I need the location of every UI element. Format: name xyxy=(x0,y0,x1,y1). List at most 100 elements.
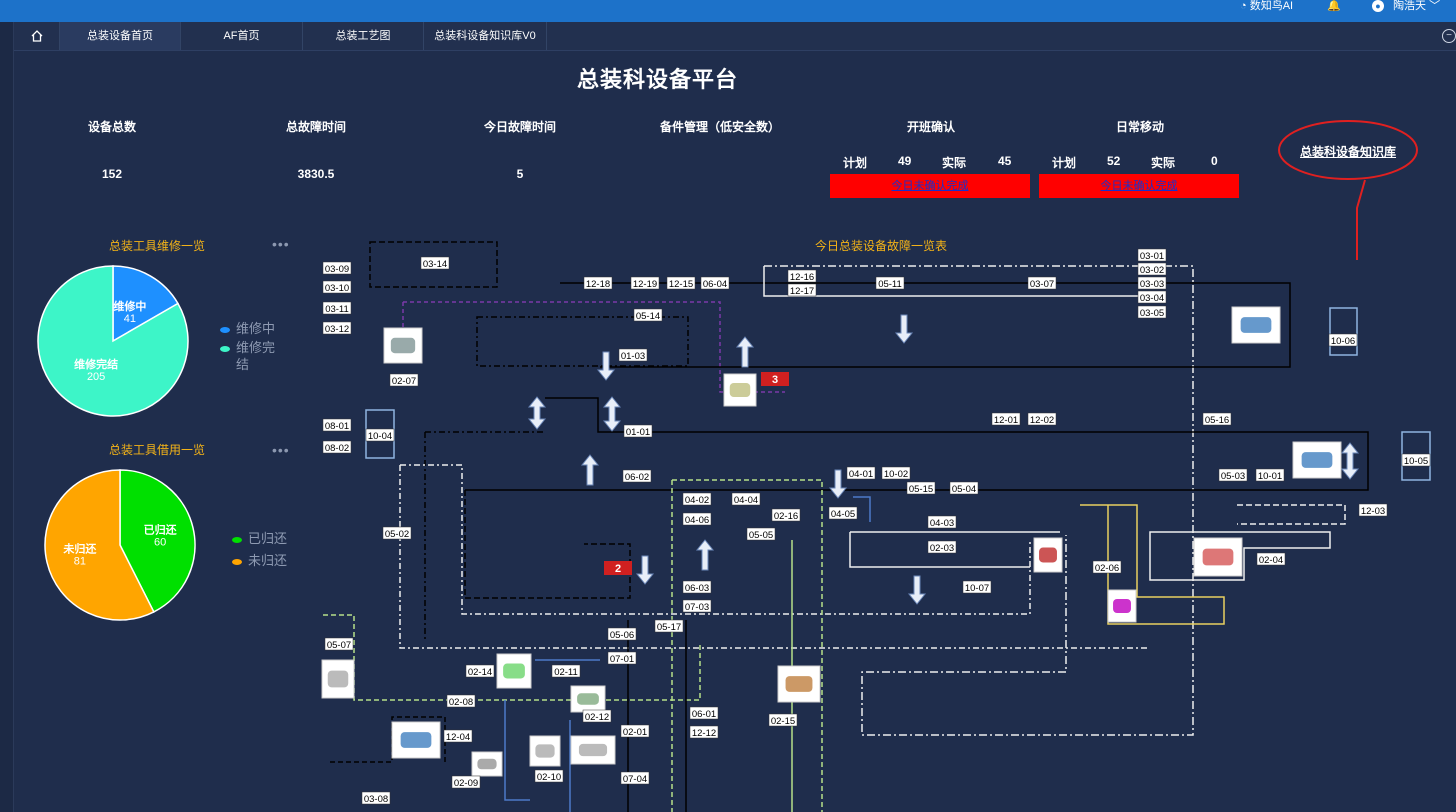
tab-af-home[interactable]: AF首页 xyxy=(181,22,303,50)
station-label[interactable]: 03-03 xyxy=(1140,279,1164,290)
repair-more-icon[interactable]: ••• xyxy=(272,236,290,252)
station-label[interactable]: 02-14 xyxy=(468,667,492,678)
station-label[interactable]: 05-03 xyxy=(1221,471,1245,482)
ai-assistant-link[interactable]: ◔ 数知鸟AI xyxy=(1240,0,1293,12)
flow-arrow-icon xyxy=(828,469,848,499)
station-label[interactable]: 02-12 xyxy=(585,712,609,723)
station-label[interactable]: 10-06 xyxy=(1331,336,1355,347)
flow-arrow-icon xyxy=(907,575,927,605)
station-label[interactable]: 03-08 xyxy=(364,794,388,805)
tab-assembly-home[interactable]: 总装设备首页 xyxy=(60,22,181,50)
station-label[interactable]: 02-15 xyxy=(771,716,795,727)
station-label[interactable]: 02-10 xyxy=(537,772,561,783)
daily-move-button[interactable]: 今日未确认完成 xyxy=(1039,174,1239,198)
station-label[interactable]: 05-17 xyxy=(657,622,681,633)
station-label[interactable]: 02-09 xyxy=(454,778,478,789)
station-label[interactable]: 05-11 xyxy=(878,279,902,290)
station-label[interactable]: 03-12 xyxy=(325,324,349,335)
alarm-count[interactable]: 2 xyxy=(615,563,621,575)
alarm-count[interactable]: 3 xyxy=(772,374,778,386)
station-label[interactable]: 02-06 xyxy=(1095,563,1119,574)
station-label[interactable]: 06-01 xyxy=(692,709,716,720)
station-label[interactable]: 04-06 xyxy=(685,515,709,526)
legend-dot xyxy=(232,558,242,565)
station-label[interactable]: 01-01 xyxy=(626,427,650,438)
station-label[interactable]: 06-03 xyxy=(685,583,709,594)
station-label[interactable]: 03-10 xyxy=(325,283,349,294)
station-label[interactable]: 03-02 xyxy=(1140,265,1164,276)
station-label[interactable]: 12-01 xyxy=(994,415,1018,426)
user-menu[interactable]: ● 陶浩天 ﹀ xyxy=(1372,0,1440,12)
tab-process-map[interactable]: 总装工艺图 xyxy=(303,22,424,50)
station-label[interactable]: 12-04 xyxy=(446,732,470,743)
station-label[interactable]: 10-02 xyxy=(884,469,908,480)
station-label[interactable]: 04-02 xyxy=(685,495,709,506)
station-label[interactable]: 05-16 xyxy=(1205,415,1229,426)
station-label[interactable]: 05-06 xyxy=(610,630,634,641)
station-label[interactable]: 03-04 xyxy=(1140,293,1164,304)
home-icon[interactable] xyxy=(14,22,60,50)
station-label[interactable]: 05-04 xyxy=(952,484,976,495)
station-label[interactable]: 02-08 xyxy=(449,697,473,708)
collapse-icon[interactable]: − xyxy=(1442,29,1456,43)
station-label[interactable]: 02-01 xyxy=(623,727,647,738)
station-label[interactable]: 03-11 xyxy=(325,304,349,315)
station-label[interactable]: 03-01 xyxy=(1140,251,1164,262)
station-label[interactable]: 10-04 xyxy=(368,431,392,442)
station-label[interactable]: 12-18 xyxy=(586,279,610,290)
station-label[interactable]: 04-01 xyxy=(849,469,873,480)
station-label[interactable]: 06-04 xyxy=(703,279,727,290)
station-label[interactable]: 08-02 xyxy=(325,443,349,454)
station-label[interactable]: 12-03 xyxy=(1361,506,1385,517)
station-label[interactable]: 02-11 xyxy=(554,667,578,678)
station-label[interactable]: 08-01 xyxy=(325,421,349,432)
station-label[interactable]: 02-07 xyxy=(392,376,416,387)
equipment-image-icon xyxy=(503,663,525,679)
spare-parts-label[interactable]: 备件管理（低安全数） xyxy=(645,118,795,135)
pie-slice-value: 41 xyxy=(124,313,136,325)
station-label[interactable]: 04-04 xyxy=(734,495,758,506)
legend-not-returned[interactable]: 未归还 xyxy=(232,550,287,569)
station-label[interactable]: 12-19 xyxy=(633,279,657,290)
station-label[interactable]: 10-05 xyxy=(1404,456,1428,467)
legend-repair-done[interactable]: 维修完结 xyxy=(220,339,290,373)
station-label[interactable]: 04-03 xyxy=(930,518,954,529)
station-label[interactable]: 12-12 xyxy=(692,728,716,739)
station-label[interactable]: 07-03 xyxy=(685,602,709,613)
station-label[interactable]: 05-07 xyxy=(327,640,351,651)
repair-pie-chart: 维修中41 维修完结205 xyxy=(37,265,189,417)
station-label[interactable]: 02-03 xyxy=(930,543,954,554)
station-label[interactable]: 05-15 xyxy=(909,484,933,495)
tab-knowledge-base[interactable]: 总装科设备知识库V0 xyxy=(424,22,547,50)
station-label[interactable]: 12-17 xyxy=(790,286,814,297)
left-collapse-strip[interactable] xyxy=(0,22,14,812)
station-label[interactable]: 07-01 xyxy=(610,654,634,665)
station-label[interactable]: 02-04 xyxy=(1259,555,1283,566)
station-label[interactable]: 05-05 xyxy=(749,530,773,541)
station-label[interactable]: 04-05 xyxy=(831,509,855,520)
legend-returned[interactable]: 已归还 xyxy=(232,528,287,547)
shift-confirm-button[interactable]: 今日未确认完成 xyxy=(830,174,1030,198)
station-label[interactable]: 05-14 xyxy=(636,311,660,322)
station-label[interactable]: 07-04 xyxy=(623,774,647,785)
station-label[interactable]: 12-16 xyxy=(790,272,814,283)
station-label[interactable]: 06-02 xyxy=(625,472,649,483)
legend-repairing[interactable]: 维修中 xyxy=(220,318,275,337)
station-label[interactable]: 03-09 xyxy=(325,264,349,275)
station-label[interactable]: 05-02 xyxy=(385,529,409,540)
bell-icon[interactable]: 🔔 xyxy=(1327,0,1341,12)
station-label[interactable]: 03-14 xyxy=(423,259,447,270)
station-label[interactable]: 02-16 xyxy=(774,511,798,522)
pie-slice-label: 维修中 xyxy=(113,299,146,313)
station-label[interactable]: 12-15 xyxy=(669,279,693,290)
borrow-more-icon[interactable]: ••• xyxy=(272,442,290,458)
equipment-image-icon xyxy=(1039,547,1057,563)
station-label[interactable]: 10-01 xyxy=(1258,471,1282,482)
station-label[interactable]: 12-02 xyxy=(1030,415,1054,426)
flow-arrow-icon xyxy=(527,396,547,430)
equipment-image-icon xyxy=(729,382,751,398)
station-label[interactable]: 01-03 xyxy=(621,351,645,362)
station-label[interactable]: 03-05 xyxy=(1140,308,1164,319)
station-label[interactable]: 10-07 xyxy=(965,583,989,594)
station-label[interactable]: 03-07 xyxy=(1030,279,1054,290)
